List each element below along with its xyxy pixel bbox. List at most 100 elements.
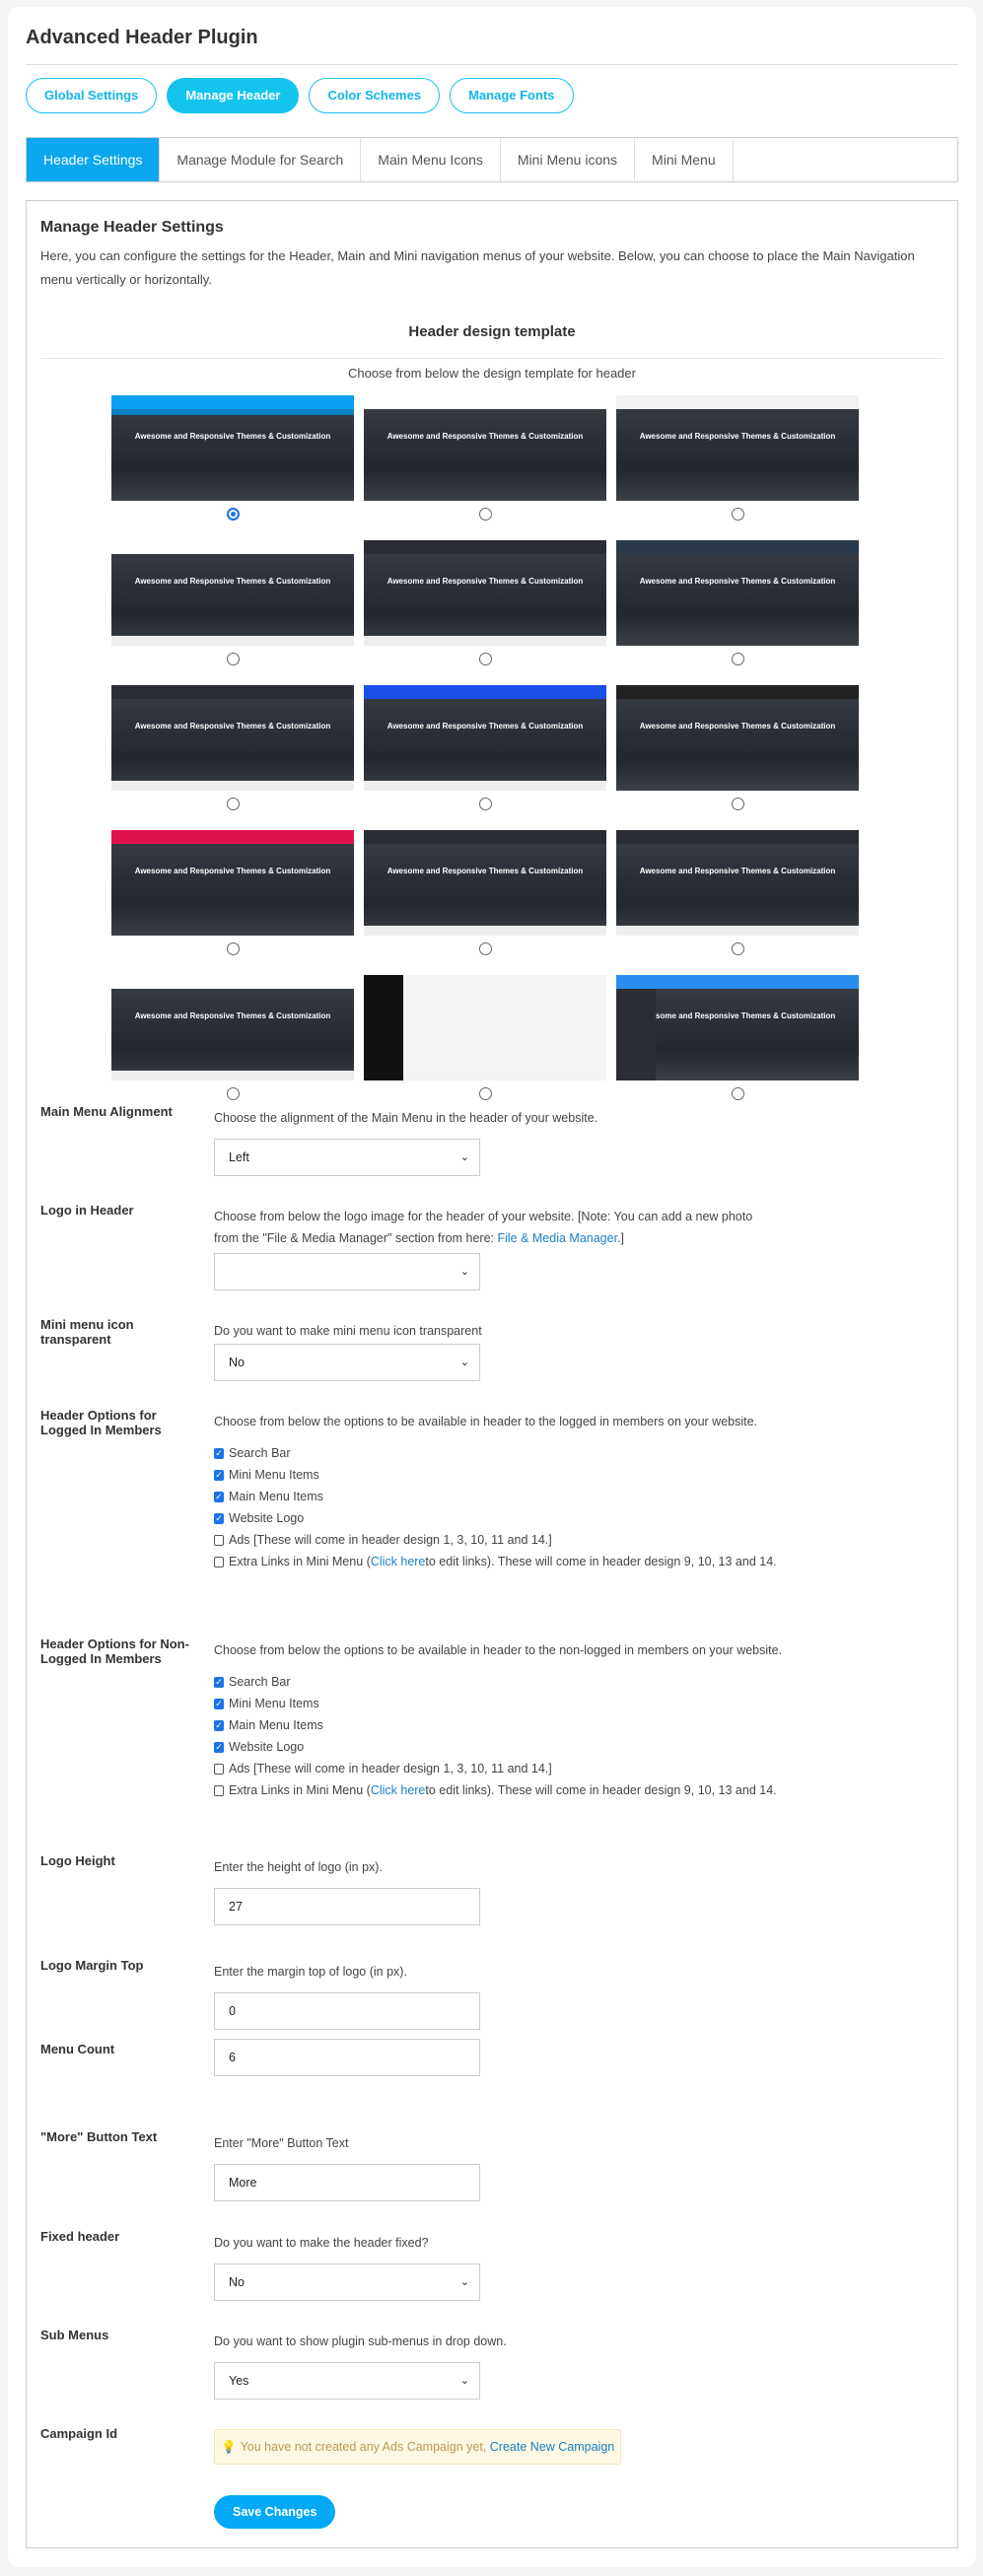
checkbox-option[interactable]: ✓ Mini Menu Items <box>214 1464 944 1486</box>
template-preview-image[interactable]: Awesome and Responsive Themes & Customiz… <box>364 830 606 936</box>
template-preview-image[interactable]: Awesome and Responsive Themes & Customiz… <box>616 975 859 1080</box>
tab-mini-menu[interactable]: Mini Menu <box>635 138 734 181</box>
preview-sidebar <box>364 975 403 1080</box>
checkbox[interactable] <box>214 1556 224 1567</box>
template-radio[interactable] <box>731 798 744 810</box>
template-radio[interactable] <box>478 798 492 810</box>
template-preview-image[interactable] <box>364 975 606 1080</box>
file-media-manager-link[interactable]: File & Media Manager <box>497 1231 617 1245</box>
alignment-select[interactable]: Left ⌄ <box>214 1139 480 1176</box>
template-preview-image[interactable]: Awesome and Responsive Themes & Customiz… <box>111 830 354 936</box>
settings-form: Main Menu Alignment Choose the alignment… <box>40 1104 944 2529</box>
template-preview-image[interactable]: Awesome and Responsive Themes & Customiz… <box>111 975 354 1080</box>
template-preview-image[interactable]: Awesome and Responsive Themes & Customiz… <box>364 540 606 646</box>
template-radio[interactable] <box>478 942 492 955</box>
save-changes-button[interactable]: Save Changes <box>214 2495 336 2529</box>
template-option: Awesome and Responsive Themes & Customiz… <box>111 395 354 528</box>
create-campaign-link[interactable]: Create New Campaign <box>490 2440 614 2454</box>
mini-icon-select[interactable]: No ⌄ <box>214 1344 480 1381</box>
checkbox[interactable] <box>214 1784 224 1796</box>
checkbox-option[interactable]: ✓ Main Menu Items <box>214 1714 944 1736</box>
template-radio[interactable] <box>478 508 492 521</box>
template-radio[interactable] <box>731 942 744 955</box>
color-schemes-button[interactable]: Color Schemes <box>309 78 441 113</box>
checkbox[interactable]: ✓ <box>214 1676 224 1688</box>
global-settings-button[interactable]: Global Settings <box>26 78 158 113</box>
checkbox-option[interactable]: ✓ Search Bar <box>214 1442 944 1464</box>
section-description: Here, you can configure the settings for… <box>40 248 915 287</box>
template-preview-image[interactable]: Awesome and Responsive Themes & Customiz… <box>364 395 606 501</box>
template-radio[interactable] <box>226 653 240 665</box>
template-preview-image[interactable]: Awesome and Responsive Themes & Customiz… <box>111 395 354 501</box>
template-radio[interactable] <box>226 798 240 810</box>
field-label: Menu Count <box>40 2042 115 2056</box>
checkbox[interactable]: ✓ <box>214 1719 224 1731</box>
checkbox-option[interactable]: ✓ Search Bar <box>214 1671 944 1693</box>
template-radio[interactable] <box>731 1087 744 1100</box>
template-preview-image[interactable]: Awesome and Responsive Themes & Customiz… <box>616 830 859 936</box>
template-preview-image[interactable]: Awesome and Responsive Themes & Customiz… <box>364 685 606 791</box>
template-option: Awesome and Responsive Themes & Customiz… <box>364 395 606 528</box>
template-preview-image[interactable]: Awesome and Responsive Themes & Customiz… <box>616 685 859 791</box>
template-preview-image[interactable]: Awesome and Responsive Themes & Customiz… <box>111 540 354 646</box>
preview-header-bar <box>364 395 606 409</box>
preview-header-bar <box>616 540 859 554</box>
checkbox[interactable]: ✓ <box>214 1469 224 1481</box>
template-radio[interactable] <box>478 1087 492 1100</box>
field-label: Main Menu Alignment <box>40 1104 173 1119</box>
checkbox-option-extra-links[interactable]: Extra Links in Mini Menu (Click here to … <box>214 1779 944 1801</box>
checkbox-label: Extra Links in Mini Menu ( <box>229 1555 371 1568</box>
checkbox[interactable] <box>214 1534 224 1546</box>
checkbox[interactable]: ✓ <box>214 1447 224 1459</box>
manage-fonts-button[interactable]: Manage Fonts <box>450 78 574 113</box>
preview-heading: Awesome and Responsive Themes & Customiz… <box>639 722 836 731</box>
field-help: Do you want to make the header fixed? <box>214 2236 429 2250</box>
preview-sidebar <box>616 989 656 1080</box>
tab-manage-module-search[interactable]: Manage Module for Search <box>160 138 362 181</box>
checkbox-option-extra-links[interactable]: Extra Links in Mini Menu (Click here to … <box>214 1551 944 1572</box>
template-radio[interactable] <box>226 942 240 955</box>
checkbox-option[interactable]: ✓ Website Logo <box>214 1736 944 1758</box>
more-text-input[interactable]: More <box>214 2164 480 2201</box>
click-here-link[interactable]: Click here <box>371 1783 426 1797</box>
checkbox[interactable]: ✓ <box>214 1512 224 1524</box>
checkbox-option[interactable]: ✓ Website Logo <box>214 1507 944 1529</box>
template-radio[interactable] <box>226 1087 240 1100</box>
logo-margin-input[interactable]: 0 <box>214 1992 480 2030</box>
checkbox-option[interactable]: Ads [These will come in header design 1,… <box>214 1529 944 1551</box>
menu-count-input[interactable]: 6 <box>214 2039 480 2076</box>
checkbox-option[interactable]: ✓ Mini Menu Items <box>214 1693 944 1714</box>
template-radio[interactable] <box>226 508 240 521</box>
click-here-link[interactable]: Click here <box>371 1555 426 1568</box>
checkbox-label: Extra Links in Mini Menu ( <box>229 1783 371 1797</box>
manage-header-button[interactable]: Manage Header <box>167 78 300 113</box>
tab-mini-menu-icons[interactable]: Mini Menu icons <box>501 138 636 181</box>
preview-footer <box>616 926 859 936</box>
preview-header-bar <box>111 540 354 554</box>
select-value: No <box>229 1356 245 1369</box>
template-preview-image[interactable]: Awesome and Responsive Themes & Customiz… <box>616 395 859 501</box>
checkbox-option[interactable]: Ads [These will come in header design 1,… <box>214 1758 944 1779</box>
checkbox[interactable]: ✓ <box>214 1698 224 1709</box>
tab-header-settings[interactable]: Header Settings <box>27 138 161 181</box>
field-help: Enter the margin top of logo (in px). <box>214 1965 407 1979</box>
logo-height-input[interactable]: 27 <box>214 1888 480 1925</box>
template-radio[interactable] <box>478 653 492 665</box>
checkbox[interactable]: ✓ <box>214 1741 224 1753</box>
tab-main-menu-icons[interactable]: Main Menu Icons <box>361 138 501 181</box>
template-radio[interactable] <box>731 508 744 521</box>
checkbox[interactable]: ✓ <box>214 1491 224 1502</box>
fixed-header-select[interactable]: No ⌄ <box>214 2263 480 2301</box>
checkbox-label: Mini Menu Items <box>229 1697 319 1710</box>
template-radio[interactable] <box>731 653 744 665</box>
template-preview-image[interactable]: Awesome and Responsive Themes & Customiz… <box>111 685 354 791</box>
submenus-select[interactable]: Yes ⌄ <box>214 2362 480 2400</box>
checkbox-option[interactable]: ✓ Main Menu Items <box>214 1486 944 1507</box>
tab-bar: Header Settings Manage Module for Search… <box>26 137 958 182</box>
campaign-alert: 💡 You have not created any Ads Campaign y… <box>214 2429 622 2465</box>
divider <box>26 64 958 65</box>
logo-select[interactable]: ⌄ <box>214 1253 480 1290</box>
checkbox[interactable] <box>214 1763 224 1775</box>
template-preview-image[interactable]: Awesome and Responsive Themes & Customiz… <box>616 540 859 646</box>
template-option: Awesome and Responsive Themes & Customiz… <box>111 830 354 963</box>
